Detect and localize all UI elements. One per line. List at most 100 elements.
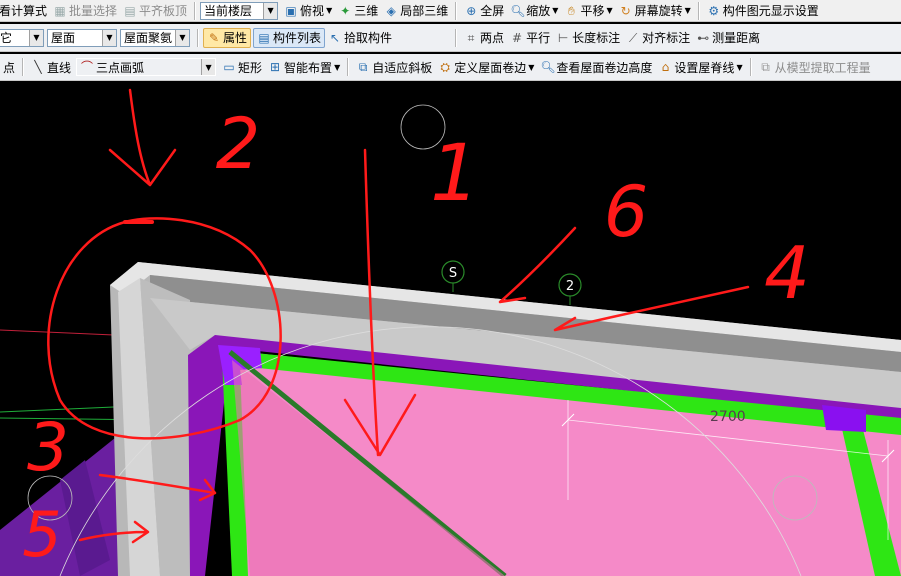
define-roof-edge-button[interactable]: ⛭ 定义屋面卷边 ▼ — [435, 57, 537, 77]
separator — [455, 28, 458, 47]
point-button[interactable]: 点 — [0, 57, 18, 77]
length-dim-button[interactable]: ⊢ 长度标注 — [553, 28, 623, 48]
separator — [22, 58, 25, 76]
align-slab-top-button[interactable]: ▤ 平齐板顶 — [120, 1, 190, 21]
drawing-viewport[interactable]: 2700 S 2 1 2 3 4 5 6 — [0, 82, 901, 576]
chevron-down-icon: ▼ — [736, 62, 743, 72]
fullscreen-label: 全屏 — [480, 4, 505, 18]
component-select[interactable]: 屋面聚氨 ▼ — [120, 28, 190, 47]
main-toolbar: 看计算式 ▦ 批量选择 ▤ 平齐板顶 当前楼层 ▼ ▣ 俯视 ▼ ✦ 三维 ◈ 局部三维 ⊕ 全… — [0, 0, 901, 22]
dimension-label: 2700 — [710, 409, 746, 425]
arc-select[interactable]: ⌒ 三点画弧 ▼ — [76, 58, 217, 76]
chevron-down-icon: ▼ — [334, 62, 341, 72]
set-roof-ridge-button[interactable]: ⌂ 设置屋脊线 ▼ — [655, 57, 745, 77]
zoom-button[interactable]: 🔍︎ 缩放 ▼ — [507, 1, 561, 21]
property-icon: ✎ — [208, 30, 220, 45]
separator — [697, 1, 700, 20]
line-button[interactable]: ╲ 直线 — [28, 57, 74, 77]
arc-icon: ⌒ — [81, 60, 94, 74]
type-select[interactable]: 它 ▼ — [0, 28, 44, 47]
adaptive-slope-icon: ⧉ — [358, 60, 368, 74]
chevron-down-icon: ▼ — [201, 59, 216, 75]
annotation-number-6: 6 — [604, 171, 649, 253]
zoom-icon: 🔍︎ — [510, 3, 526, 18]
type-select-value: 它 — [0, 31, 13, 45]
separator — [455, 1, 458, 20]
component-toolbar: 它 ▼ 屋面 ▼ 屋面聚氨 ▼ ✎ 属性 ▤ 构件列表 ↖ 拾取构件 ⌗ 两点 # 平行 ⊢ 长度… — [0, 24, 901, 52]
align-slab-top-icon: ▤ — [124, 3, 136, 18]
line-icon: ╲ — [34, 60, 42, 74]
screen-rotate-label: 屏幕旋转 — [634, 4, 683, 18]
list-icon: ▤ — [258, 30, 270, 45]
category-select[interactable]: 屋面 ▼ — [47, 28, 117, 47]
top-view-icon: ▣ — [285, 3, 297, 18]
floor-select-value: 当前楼层 — [204, 4, 253, 18]
display-settings-label: 构件图元显示设置 — [722, 4, 819, 18]
line-label: 直线 — [47, 60, 72, 75]
display-settings-icon: ⚙ — [708, 3, 720, 18]
hand-icon: ✋︎ — [568, 3, 575, 18]
property-label: 属性 — [223, 31, 248, 45]
local-3d-icon: ◈ — [386, 3, 396, 18]
3d-view-button[interactable]: ✦ 三维 — [335, 1, 381, 21]
smart-layout-button[interactable]: ⊞ 智能布置 ▼ — [265, 57, 343, 77]
category-select-value: 屋面 — [51, 31, 76, 45]
annotation-number-1: 1 — [430, 129, 480, 219]
length-dim-label: 长度标注 — [572, 31, 621, 45]
chevron-down-icon: ▼ — [606, 6, 613, 15]
parallel-icon: # — [512, 30, 523, 45]
separator — [194, 1, 197, 20]
rectangle-button[interactable]: ▭ 矩形 — [219, 57, 265, 77]
rectangle-label: 矩形 — [238, 60, 263, 75]
chevron-down-icon: ▼ — [684, 6, 691, 15]
batch-select-label: 批量选择 — [69, 4, 118, 18]
component-select-value: 屋面聚氨 — [124, 31, 173, 45]
view-roof-edge-height-label: 查看屋面卷边高度 — [556, 60, 653, 75]
chevron-down-icon: ▼ — [102, 29, 116, 46]
define-roof-edge-label: 定义屋面卷边 — [454, 60, 527, 75]
chevron-down-icon: ▼ — [326, 6, 333, 15]
top-view-label: 俯视 — [300, 4, 325, 18]
screen-rotate-button[interactable]: ↻ 屏幕旋转 ▼ — [616, 1, 694, 21]
chevron-down-icon: ▼ — [552, 6, 559, 15]
component-list-button[interactable]: ▤ 构件列表 — [253, 27, 326, 48]
view-roof-edge-height-button[interactable]: 🔍︎ 查看屋面卷边高度 — [537, 57, 655, 77]
adaptive-slope-label: 自适应斜板 — [372, 60, 433, 75]
axis-marker-2-label: 2 — [566, 279, 574, 294]
component-list-label: 构件列表 — [273, 31, 322, 45]
model-3d-view[interactable]: 2700 S 2 1 2 3 4 5 6 — [0, 82, 901, 576]
local-3d-button[interactable]: ◈ 局部三维 — [381, 1, 451, 21]
two-point-icon: ⌗ — [467, 30, 475, 45]
top-view-button[interactable]: ▣ 俯视 ▼ — [281, 1, 335, 21]
align-dim-label: 对齐标注 — [642, 31, 691, 45]
extract-from-model-label: 从模型提取工程量 — [774, 60, 871, 75]
display-settings-button[interactable]: ⚙ 构件图元显示设置 — [704, 1, 822, 21]
separator — [197, 28, 199, 47]
property-button[interactable]: ✎ 属性 — [203, 27, 252, 48]
align-dim-button[interactable]: ⟋ 对齐标注 — [623, 28, 693, 48]
pan-label: 平移 — [580, 4, 605, 18]
magnifier-icon: 🔍︎ — [540, 60, 556, 74]
parallel-button[interactable]: # 平行 — [507, 28, 553, 48]
chevron-down-icon: ▼ — [175, 29, 189, 46]
two-point-button[interactable]: ⌗ 两点 — [461, 28, 507, 48]
align-dim-icon: ⟋ — [628, 30, 638, 45]
pan-button[interactable]: ✋︎ 平移 ▼ — [561, 1, 615, 21]
3d-view-icon: ✦ — [340, 3, 351, 18]
roof-ridge-icon: ⌂ — [661, 60, 670, 74]
pick-icon: ↖ — [330, 30, 341, 45]
pick-component-button[interactable]: ↖ 拾取构件 — [325, 28, 395, 48]
adaptive-slope-button[interactable]: ⧉ 自适应斜板 — [353, 57, 435, 77]
annotation-number-4: 4 — [764, 231, 810, 315]
measure-distance-button[interactable]: ⊷ 测量距离 — [693, 28, 763, 48]
smart-layout-label: 智能布置 — [284, 60, 333, 75]
chevron-down-icon: ▼ — [29, 29, 43, 46]
extract-icon: ⧉ — [761, 60, 770, 74]
extract-from-model-button[interactable]: ⧉ 从模型提取工程量 — [756, 57, 874, 77]
length-dim-icon: ⊢ — [557, 30, 569, 45]
view-calculation-button[interactable]: 看计算式 — [0, 1, 50, 21]
batch-select-button[interactable]: ▦ 批量选择 — [50, 1, 120, 21]
fullscreen-button[interactable]: ⊕ 全屏 — [461, 1, 507, 21]
floor-select[interactable]: 当前楼层 ▼ — [200, 1, 279, 20]
fullscreen-icon: ⊕ — [466, 3, 477, 18]
